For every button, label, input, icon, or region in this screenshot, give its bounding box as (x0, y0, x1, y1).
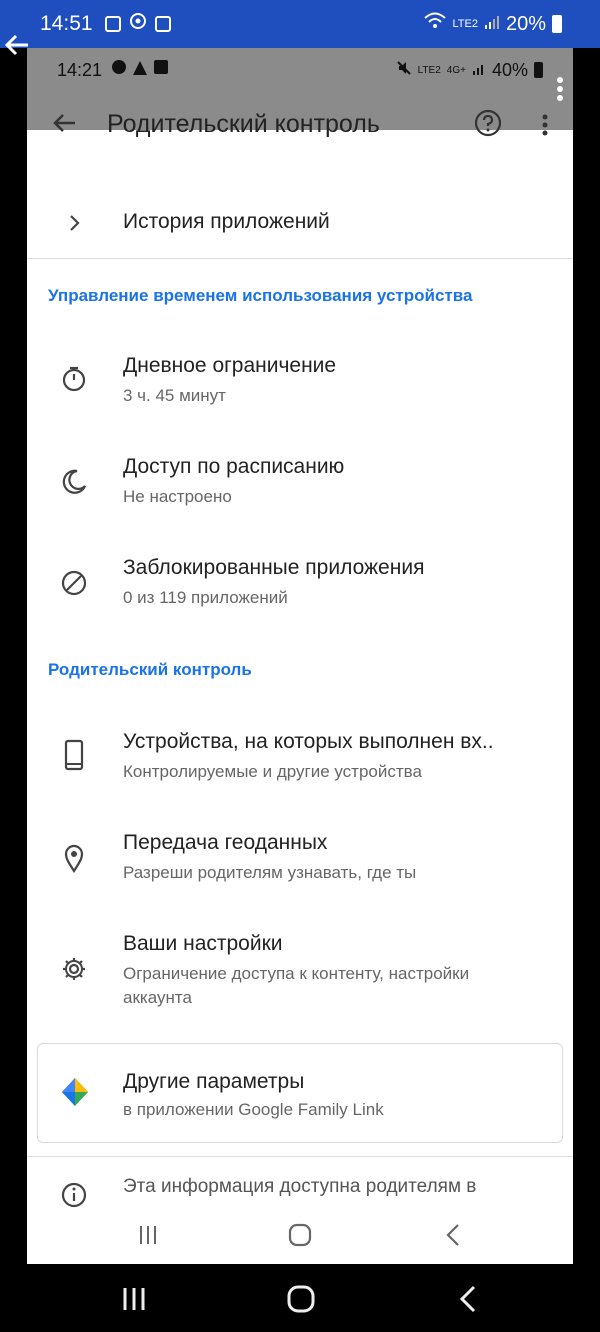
section-title-parental: Родительский контроль (48, 660, 252, 679)
more-options-card[interactable]: Другие параметры в приложении Google Fam… (37, 1043, 563, 1143)
blocked-apps-row[interactable]: Заблокированные приложения 0 из 119 прил… (27, 550, 573, 620)
inner-notification-icons (112, 59, 169, 81)
back-arrow-icon[interactable] (49, 108, 79, 138)
back-icon[interactable] (439, 1220, 469, 1250)
outer-clock: 14:51 (40, 12, 93, 35)
devices-value: Контролируемые и другие устройства (123, 762, 422, 781)
dnd-icon (112, 59, 127, 74)
inner-battery-icon (534, 62, 543, 78)
inner-status-bar: 14:21 LTE2 4G+ 40% (57, 58, 543, 82)
location-pin-icon (59, 843, 89, 873)
timer-icon (59, 364, 89, 394)
signal-icon (484, 13, 500, 36)
home-icon[interactable] (285, 1220, 315, 1250)
outer-navigation-bar (0, 1264, 600, 1332)
section-title-time: Управление временем использования устрой… (48, 286, 473, 305)
outer-status-bar: 14:51 LTE2 20% (0, 0, 600, 48)
inner-battery-text: 40% (491, 59, 528, 80)
outer-notification-icons (104, 12, 171, 36)
settings-row[interactable]: Ваши настройки Ограничение доступа к кон… (27, 926, 573, 1016)
app-history-label: История приложений (123, 210, 330, 233)
inner-header: 14:21 LTE2 4G+ 40% Родительский контроль (27, 48, 573, 138)
location-label: Передача геоданных (123, 831, 328, 854)
daily-limit-value: 3 ч. 45 минут (123, 386, 226, 405)
app-notification-icon (154, 16, 171, 32)
mute-icon (396, 60, 412, 81)
divider (27, 1156, 573, 1157)
schedule-row[interactable]: Доступ по расписанию Не настроено (27, 449, 573, 519)
devices-label: Устройства, на которых выполнен вх.. (123, 730, 494, 753)
schedule-value: Не настроено (123, 487, 232, 506)
divider (27, 258, 573, 259)
inner-network-label-4g: 4G+ (446, 64, 466, 76)
daily-limit-label: Дневное ограничение (123, 354, 337, 377)
block-icon (59, 568, 89, 598)
blocked-apps-value: 0 из 119 приложений (123, 588, 288, 607)
info-row: Эта информация доступна родителям в (27, 1172, 573, 1208)
settings-value-line2: аккаунта (123, 988, 192, 1007)
more-options-label: Другие параметры (123, 1070, 305, 1093)
moon-icon (59, 467, 89, 497)
inner-signal-icon (472, 60, 486, 81)
recents-icon[interactable] (133, 1220, 163, 1250)
schedule-label: Доступ по расписанию (123, 455, 345, 478)
settings-label: Ваши настройки (123, 932, 283, 955)
outer-recents-icon[interactable] (117, 1282, 151, 1316)
outer-back-arrow-icon[interactable] (2, 30, 32, 60)
gear-icon (59, 954, 89, 984)
phone-screen: 14:21 LTE2 4G+ 40% Родительский контроль… (27, 48, 573, 1264)
network-label: LTE2 (452, 18, 478, 30)
inner-network-label: LTE2 (417, 64, 441, 76)
sync-icon (129, 12, 147, 36)
settings-value-line1: Ограничение доступа к контенту, настройк… (123, 964, 470, 983)
chevron-right-icon (59, 208, 89, 238)
help-icon[interactable] (473, 108, 503, 138)
info-text: Эта информация доступна родителям в (123, 1176, 477, 1197)
inner-navigation-bar (27, 1208, 573, 1264)
battery-icon (552, 15, 562, 33)
right-bezel (573, 48, 600, 1264)
info-icon (59, 1180, 89, 1208)
location-row[interactable]: Передача геоданных Разреши родителям узн… (27, 825, 573, 895)
more-options-value: в приложении Google Family Link (123, 1100, 384, 1119)
toolbar: Родительский контроль (27, 100, 573, 150)
daily-limit-row[interactable]: Дневное ограничение 3 ч. 45 минут (27, 348, 573, 418)
family-link-logo-icon (60, 1076, 90, 1113)
outer-back-icon[interactable] (452, 1282, 486, 1316)
warning-icon (132, 60, 148, 81)
wifi-icon (424, 12, 447, 36)
outer-system-icons: LTE2 20% (424, 12, 562, 36)
more-options-icon[interactable] (535, 110, 555, 140)
inner-system-icons: LTE2 4G+ 40% (396, 60, 543, 81)
left-bezel (0, 48, 27, 1264)
outer-home-icon[interactable] (284, 1282, 318, 1316)
app-history-row[interactable]: История приложений (27, 198, 573, 258)
phone-icon (59, 739, 89, 771)
blocked-apps-label: Заблокированные приложения (123, 556, 425, 579)
gallery-icon (104, 16, 121, 32)
devices-row[interactable]: Устройства, на которых выполнен вх.. Кон… (27, 724, 573, 794)
outer-battery-text: 20% (505, 12, 546, 35)
inner-app-icon (154, 59, 169, 74)
location-value: Разреши родителям узнавать, где ты (123, 863, 417, 882)
page-title: Родительский контроль (107, 110, 380, 138)
inner-clock: 14:21 (57, 59, 103, 80)
